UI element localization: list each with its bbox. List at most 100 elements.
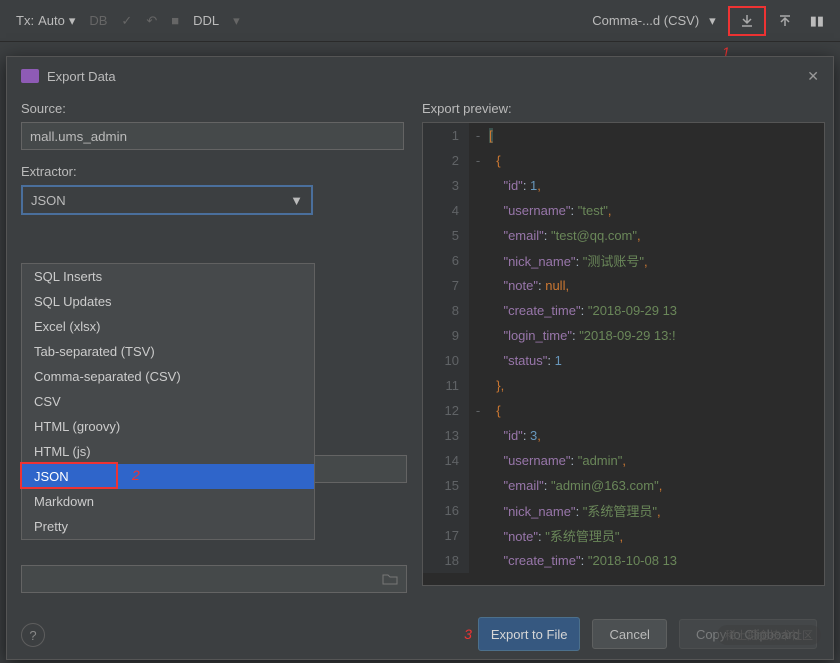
code-text: "email": "test@qq.com", (487, 228, 641, 243)
code-line: 16 "nick_name": "系统管理员", (423, 498, 824, 523)
code-text: "create_time": "2018-10-08 13 (487, 553, 677, 568)
line-number: 3 (423, 173, 469, 198)
line-number: 14 (423, 448, 469, 473)
fold-icon[interactable]: - (469, 153, 487, 168)
line-number: 13 (423, 423, 469, 448)
source-input[interactable] (21, 122, 404, 150)
dropdown-item-excel-xlsx-[interactable]: Excel (xlsx) (22, 314, 314, 339)
copy-to-clipboard-button[interactable]: Copy to Clipboard (679, 619, 817, 649)
extractor-label: Extractor: (21, 164, 404, 179)
code-line: 13 "id": 3, (423, 423, 824, 448)
output-path-field[interactable] (21, 565, 407, 593)
extractor-value: JSON (31, 193, 66, 208)
code-text: "nick_name": "系统管理员", (487, 501, 661, 520)
commit-icon[interactable]: ✓ (115, 9, 138, 33)
code-text: { (487, 153, 501, 168)
code-line: 8 "create_time": "2018-09-29 13 (423, 298, 824, 323)
line-number: 4 (423, 198, 469, 223)
line-number: 11 (423, 373, 469, 398)
close-icon[interactable]: ✕ (807, 68, 819, 85)
line-number: 2 (423, 148, 469, 173)
code-text: "username": "test", (487, 203, 612, 218)
code-text: "username": "admin", (487, 453, 626, 468)
preview-label: Export preview: (422, 101, 825, 116)
download-icon (740, 14, 754, 28)
code-text: { (487, 403, 501, 418)
code-text: "status": 1 (487, 353, 562, 368)
chevron-down-icon: ▾ (69, 13, 76, 29)
dropdown-item-html-groovy-[interactable]: HTML (groovy) (22, 414, 314, 439)
dialog-footer: ? 3 Export to File Cancel Copy to Clipbo… (7, 609, 833, 659)
dropdown-item-html-js-[interactable]: HTML (js) (22, 439, 314, 464)
code-text: [ (487, 128, 493, 143)
ddl-button[interactable]: DDL (187, 9, 225, 32)
chevron-down-icon[interactable]: ▾ (227, 9, 246, 33)
dropdown-item-comma-separated-csv-[interactable]: Comma-separated (CSV) (22, 364, 314, 389)
source-label: Source: (21, 101, 404, 116)
line-number: 5 (423, 223, 469, 248)
dropdown-item-tab-separated-tsv-[interactable]: Tab-separated (TSV) (22, 339, 314, 364)
cancel-button[interactable]: Cancel (592, 619, 666, 649)
dialog-title: Export Data (47, 69, 116, 84)
annotation-box-2 (20, 462, 118, 489)
code-text: "id": 1, (487, 178, 541, 193)
chevron-down-icon: ▼ (290, 193, 303, 208)
tx-label: Tx: (16, 13, 34, 28)
export-data-dialog: Export Data ✕ Source: Extractor: JSON ▼ … (6, 56, 834, 660)
rollback-icon[interactable]: ↶ (140, 9, 163, 33)
code-line: 3 "id": 1, (423, 173, 824, 198)
upload-icon (778, 14, 792, 28)
export-preview[interactable]: 1-[2- {3 "id": 1,4 "username": "test",5 … (422, 122, 825, 586)
export-to-file-button[interactable]: Export to File (478, 617, 581, 651)
code-line: 1-[ (423, 123, 824, 148)
code-line: 4 "username": "test", (423, 198, 824, 223)
code-line: 15 "email": "admin@163.com", (423, 473, 824, 498)
left-panel: Source: Extractor: JSON ▼ ed SQL Inserts… (7, 95, 418, 609)
dropdown-item-pretty[interactable]: Pretty (22, 514, 314, 539)
dialog-icon (21, 69, 39, 83)
extractor-dropdown: SQL InsertsSQL UpdatesExcel (xlsx)Tab-se… (21, 263, 315, 540)
fold-icon[interactable]: - (469, 403, 487, 418)
line-number: 18 (423, 548, 469, 573)
code-line: 7 "note": null, (423, 273, 824, 298)
fold-icon[interactable]: - (469, 128, 487, 143)
line-number: 16 (423, 498, 469, 523)
code-line: 6 "nick_name": "测试账号", (423, 248, 824, 273)
tx-mode-dropdown[interactable]: Tx: Auto ▾ (10, 9, 81, 33)
code-text: "create_time": "2018-09-29 13 (487, 303, 677, 318)
line-number: 12 (423, 398, 469, 423)
settings-button[interactable]: ▮▮ (804, 9, 830, 33)
dropdown-item-sql-updates[interactable]: SQL Updates (22, 289, 314, 314)
code-line: 12- { (423, 398, 824, 423)
code-text: "note": "系统管理员", (487, 526, 623, 545)
code-line: 2- { (423, 148, 824, 173)
annotation-2: 2 (132, 467, 140, 483)
help-button[interactable]: ? (21, 623, 45, 647)
dialog-titlebar: Export Data ✕ (7, 57, 833, 95)
export-download-button[interactable] (728, 6, 766, 36)
code-line: 14 "username": "admin", (423, 448, 824, 473)
code-line: 17 "note": "系统管理员", (423, 523, 824, 548)
stop-icon[interactable]: ■ (165, 9, 185, 32)
chevron-down-icon: ▾ (709, 13, 716, 29)
code-text: "id": 3, (487, 428, 541, 443)
dropdown-item-sql-inserts[interactable]: SQL Inserts (22, 264, 314, 289)
line-number: 8 (423, 298, 469, 323)
line-number: 10 (423, 348, 469, 373)
format-dropdown[interactable]: Comma-...d (CSV) ▾ (586, 9, 721, 33)
line-number: 7 (423, 273, 469, 298)
db-icon[interactable]: DB (83, 9, 113, 32)
tx-value: Auto (38, 13, 65, 28)
toolbar: Tx: Auto ▾ DB ✓ ↶ ■ DDL ▾ Comma-...d (CS… (0, 0, 840, 42)
upload-button[interactable] (772, 10, 798, 32)
line-number: 17 (423, 523, 469, 548)
dropdown-item-markdown[interactable]: Markdown (22, 489, 314, 514)
folder-icon[interactable] (374, 573, 406, 585)
dropdown-item-json[interactable]: JSON2 (22, 464, 314, 489)
code-line: 10 "status": 1 (423, 348, 824, 373)
dropdown-item-csv[interactable]: CSV (22, 389, 314, 414)
code-line: 11 }, (423, 373, 824, 398)
right-panel: Export preview: 1-[2- {3 "id": 1,4 "user… (418, 95, 833, 609)
format-label: Comma-...d (CSV) (592, 13, 699, 28)
extractor-select[interactable]: JSON ▼ (21, 185, 313, 215)
